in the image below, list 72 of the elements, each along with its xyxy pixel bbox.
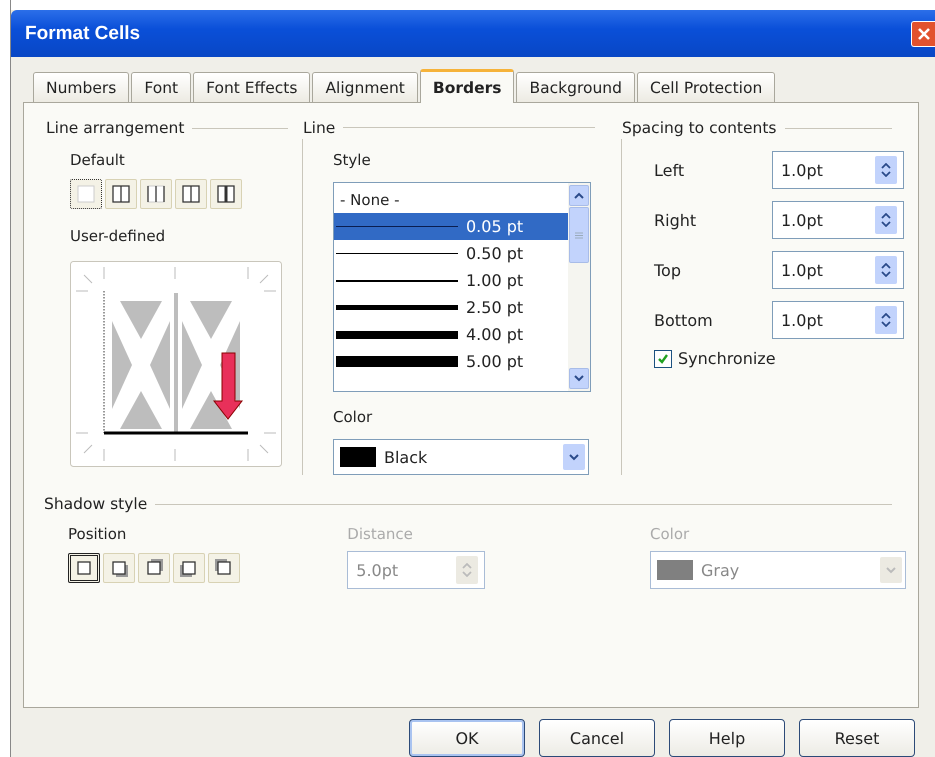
field-label: Right — [654, 210, 696, 230]
spin-arrows-icon — [881, 313, 891, 327]
spin-arrows-icon — [881, 263, 891, 277]
dropdown-caret-icon — [569, 454, 579, 461]
field-label: Color — [333, 408, 374, 428]
field-label: Left — [654, 160, 684, 180]
close-button[interactable] — [911, 20, 935, 46]
shadow-square-icon — [75, 559, 93, 577]
border-layout-icon — [217, 185, 235, 203]
border-preview-drawing[interactable] — [70, 261, 282, 467]
field-label: Top — [654, 260, 681, 280]
checkbox-label[interactable]: Synchronize — [678, 349, 776, 368]
group-title: Spacing to contents — [622, 119, 777, 137]
field-label: Bottom — [654, 310, 713, 330]
tab[interactable]: Alignment — [312, 72, 418, 102]
scroll-bar[interactable] — [568, 183, 590, 391]
group-title: Line — [303, 118, 336, 137]
shadow-square-icon — [215, 559, 233, 577]
color-dropdown[interactable]: Black — [333, 439, 589, 475]
line-style-item[interactable]: 0.50 pt — [334, 240, 568, 268]
checkbox[interactable] — [654, 350, 672, 368]
checkmark-icon — [657, 352, 669, 364]
border-layout-icon — [112, 185, 130, 203]
line-style-item[interactable]: 2.50 pt — [334, 294, 568, 322]
tab[interactable]: Font Effects — [193, 72, 310, 102]
dialog-button[interactable]: OK — [409, 719, 525, 757]
shadow-position-button[interactable] — [68, 553, 100, 583]
shadow-square-icon — [110, 559, 128, 577]
border-preset-button[interactable] — [70, 179, 102, 209]
scroll-thumb[interactable] — [569, 207, 589, 264]
window-title: Format Cells — [25, 22, 140, 44]
spin-arrows-icon — [881, 213, 891, 227]
tab[interactable]: Borders — [420, 69, 514, 103]
line-style-item[interactable]: 5.00 pt — [334, 348, 568, 376]
group-title: Line arrangement — [46, 119, 184, 137]
dialog-button[interactable]: Help — [669, 719, 785, 757]
distance-field[interactable]: 5.0pt — [347, 551, 486, 589]
spin-field[interactable]: 1.0pt — [772, 151, 904, 189]
line-style-item[interactable]: 0.05 pt — [334, 213, 568, 240]
field-label: User-defined — [70, 227, 166, 247]
line-style-list[interactable]: - None - 0.05 pt 0.50 pt 1.00 pt 2.50 pt 4.00 pt 5.00 pt — [333, 182, 591, 392]
group-title: Shadow style — [44, 495, 148, 513]
shadow-square-icon — [180, 559, 198, 577]
line-style-item[interactable]: 1.00 pt — [334, 267, 568, 294]
scroll-down-icon[interactable] — [574, 374, 584, 382]
spin-arrows-icon — [462, 563, 472, 577]
tab[interactable]: Cell Protection — [636, 72, 776, 102]
tab[interactable]: Background — [516, 72, 635, 102]
dialog-button[interactable]: Cancel — [539, 719, 655, 757]
field-label: Default — [70, 151, 126, 171]
shadow-square-icon — [145, 559, 163, 577]
close-icon — [916, 26, 930, 40]
border-layout-icon — [77, 185, 95, 203]
spin-field[interactable]: 1.0pt — [772, 301, 904, 339]
field-label: Distance — [347, 525, 414, 545]
line-style-item[interactable]: 4.00 pt — [334, 321, 568, 348]
spin-field[interactable]: 1.0pt — [772, 201, 904, 239]
field-label: Style — [333, 150, 372, 170]
tab[interactable]: Numbers — [33, 72, 130, 102]
tab[interactable]: Font — [131, 72, 192, 102]
field-label: Color — [650, 525, 690, 545]
grip-icon — [575, 232, 583, 239]
spin-field[interactable]: 1.0pt — [772, 251, 904, 289]
dropdown-caret-icon — [886, 566, 896, 574]
border-layout-icon — [147, 185, 165, 203]
shadow-color-dropdown[interactable]: Gray — [650, 551, 906, 589]
scroll-up-icon[interactable] — [574, 192, 584, 200]
field-label: Position — [68, 525, 128, 545]
spin-arrows-icon — [881, 163, 891, 177]
dialog-button[interactable]: Reset — [799, 719, 915, 757]
border-layout-icon — [182, 185, 200, 203]
line-style-item[interactable]: - None - — [334, 186, 568, 214]
